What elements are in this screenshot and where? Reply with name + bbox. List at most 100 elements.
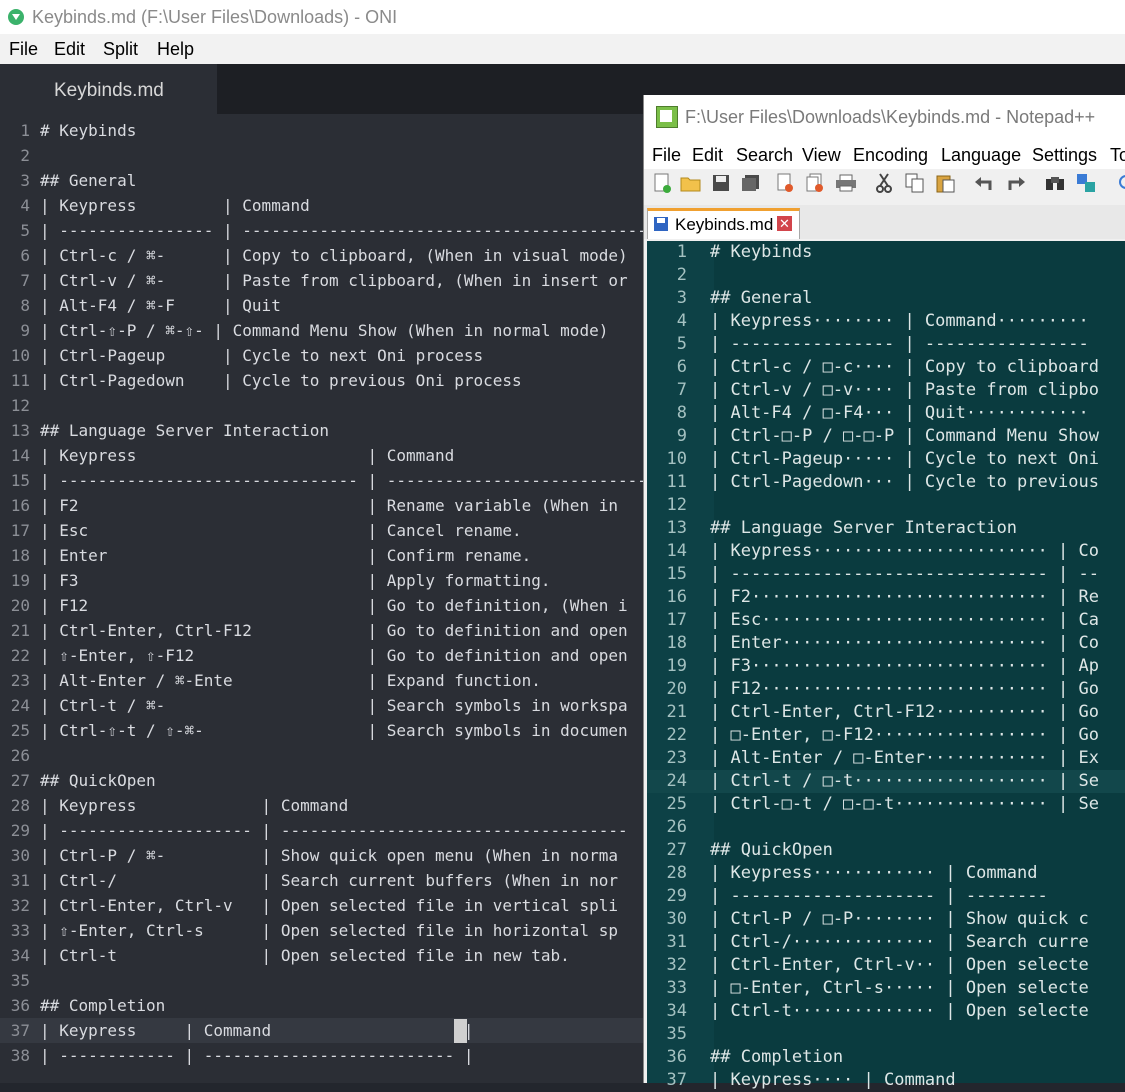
menu-file[interactable]: File [9,39,38,60]
code-line[interactable]: 19 | F3····························· | Ap [647,655,1125,678]
code-line[interactable]: 30 | Ctrl-P / □-P········ | Show quick c [647,908,1125,931]
code-line[interactable]: 10 | Ctrl-Pageup····· | Cycle to next Oni [647,448,1125,471]
code-line[interactable]: 32 | Ctrl-Enter, Ctrl-v·· | Open selecte [647,954,1125,977]
line-number: 12 [666,495,687,515]
code-line[interactable]: 37 | Keypress···· | Command [647,1069,1125,1092]
line-text: | Ctrl-c / ⌘- | Copy to clipboard, (When… [40,246,628,265]
line-number: 8 [20,296,30,315]
paste-icon[interactable] [935,172,957,194]
code-line[interactable]: 22 | □-Enter, □-F12················· | Go [647,724,1125,747]
line-number: 12 [10,396,30,415]
npp-menu-bar: File Edit Search View Encoding Language … [644,139,1125,169]
code-line[interactable]: 1 # Keybinds [647,241,1125,264]
line-number: 19 [666,656,687,676]
code-line[interactable]: 27 ## QuickOpen [647,839,1125,862]
close-icon[interactable] [774,172,796,194]
code-line[interactable]: 17 | Esc···························· | Ca [647,609,1125,632]
new-file-icon[interactable] [651,172,673,194]
code-line[interactable]: 14 | Keypress······················· | Co [647,540,1125,563]
code-line[interactable]: 13 ## Language Server Interaction [647,517,1125,540]
code-line[interactable]: 33 | □-Enter, Ctrl-s····· | Open selecte [647,977,1125,1000]
npp-editor[interactable]: 1 # Keybinds 2 3 ## General 4 | Keypress······… [647,241,1125,1090]
cut-icon[interactable] [873,172,895,194]
open-file-icon[interactable] [680,172,702,194]
save-icon[interactable] [710,172,732,194]
code-line[interactable]: 6 | Ctrl-c / □-c···· | Copy to clipboard [647,356,1125,379]
line-number: 34 [666,1001,687,1021]
redo-icon[interactable] [1005,172,1027,194]
npp-menu-file[interactable]: File [652,145,681,166]
code-line[interactable]: 31 | Ctrl-/·············· | Search curre [647,931,1125,954]
oni-file-tab[interactable]: Keybinds.md [0,64,217,114]
code-line[interactable]: 3 ## General [647,287,1125,310]
line-text: | Enter | Confirm rename. [40,546,532,565]
code-line[interactable]: 7 | Ctrl-v / □-v···· | Paste from clipbo [647,379,1125,402]
line-number: 8 [676,403,687,423]
print-icon[interactable] [835,172,857,194]
code-line[interactable]: 34 | Ctrl-t·············· | Open selecte [647,1000,1125,1023]
code-line[interactable]: 36 ## Completion [647,1046,1125,1069]
find-icon[interactable] [1044,172,1066,194]
code-line[interactable]: 4 | Keypress········ | Command········· [647,310,1125,333]
code-line[interactable]: 8 | Alt-F4 / □-F4··· | Quit············ [647,402,1125,425]
undo-icon[interactable] [973,172,995,194]
oni-tab-label: Keybinds.md [54,80,164,101]
code-line[interactable]: 28 | Keypress············ | Command [647,862,1125,885]
line-text: | Ctrl-⇧-t / ⇧-⌘- | Search symbols in do… [40,721,628,740]
code-line[interactable]: 18 | Enter·························· | Co [647,632,1125,655]
replace-icon[interactable] [1075,172,1097,194]
code-line[interactable]: 12 [647,494,1125,517]
menu-edit[interactable]: Edit [54,39,85,60]
code-line[interactable]: 23 | Alt-Enter / □-Enter············ | Ex [647,747,1125,770]
menu-help[interactable]: Help [157,39,194,60]
line-number: 32 [666,955,687,975]
npp-menu-search[interactable]: Search [736,145,793,166]
copy-icon[interactable] [904,172,926,194]
code-line[interactable]: 24 | Ctrl-t / □-t··················· | Se [647,770,1125,793]
code-line[interactable]: 20 | F12···························· | Go [647,678,1125,701]
code-line[interactable]: 11 | Ctrl-Pagedown··· | Cycle to previous [647,471,1125,494]
code-line[interactable]: 5 | ---------------- | ---------------- [647,333,1125,356]
code-line[interactable]: 16 | F2····························· | Re [647,586,1125,609]
code-line[interactable]: 29 | -------------------- | -------- [647,885,1125,908]
code-line[interactable]: 9 | Ctrl-□-P / □-□-P | Command Menu Show [647,425,1125,448]
npp-menu-encoding[interactable]: Encoding [853,145,928,166]
npp-menu-tools[interactable]: To [1110,145,1125,166]
code-line[interactable]: 15 | ------------------------------- | -- [647,563,1125,586]
line-text: | Enter·························· | Co [710,633,1099,653]
code-line[interactable]: 35 [647,1023,1125,1046]
code-line[interactable]: 2 [647,264,1125,287]
line-number: 18 [10,546,30,565]
npp-menu-language[interactable]: Language [941,145,1021,166]
line-number: 29 [10,821,30,840]
menu-split[interactable]: Split [103,39,138,60]
line-number: 11 [10,371,30,390]
line-number: 29 [666,886,687,906]
line-number: 38 [10,1046,30,1065]
notepad-plus-plus-window: F:\User Files\Downloads\Keybinds.md - No… [643,95,1125,1090]
npp-window-title: F:\User Files\Downloads\Keybinds.md - No… [685,107,1096,127]
line-text: | Esc | Cancel rename. [40,521,522,540]
close-all-icon[interactable] [804,172,826,194]
line-text: | F3 | Apply formatting. [40,571,551,590]
code-line[interactable]: 26 [647,816,1125,839]
code-line[interactable]: 25 | Ctrl-□-t / □-□-t··············· | Se [647,793,1125,816]
line-text: ## QuickOpen [710,840,833,860]
tab-close-icon[interactable]: ✕ [777,216,792,231]
line-text: | Ctrl-Enter, Ctrl-F12··········· | Go [710,702,1099,722]
npp-menu-settings[interactable]: Settings [1032,145,1097,166]
line-number: 30 [10,846,30,865]
npp-file-tab[interactable]: Keybinds.md ✕ [647,208,800,239]
line-text: | Alt-Enter / ⌘-Ente | Expand function. [40,671,541,690]
save-all-icon[interactable] [740,172,762,194]
line-number: 27 [10,771,30,790]
line-text: | F12···························· | Go [710,679,1099,699]
line-text: | Ctrl-/·············· | Search curre [710,932,1089,952]
line-text: | Ctrl-Enter, Ctrl-F12 | Go to definitio… [40,621,628,640]
zoom-icon[interactable] [1112,172,1125,194]
line-number: 33 [666,978,687,998]
line-number: 20 [10,596,30,615]
npp-menu-view[interactable]: View [802,145,841,166]
npp-menu-edit[interactable]: Edit [692,145,723,166]
code-line[interactable]: 21 | Ctrl-Enter, Ctrl-F12··········· | Go [647,701,1125,724]
